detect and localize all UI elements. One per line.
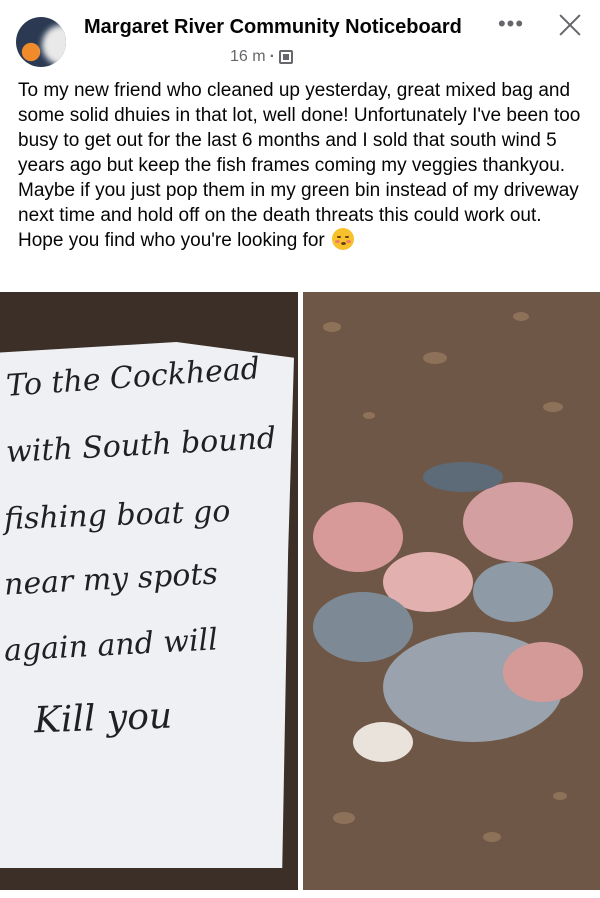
group-audience-icon bbox=[278, 50, 293, 64]
post-photos: To the Cockhead with South bound fishing… bbox=[0, 292, 600, 892]
post-body: To my new friend who cleaned up yesterda… bbox=[18, 78, 588, 253]
post-header: Margaret River Community Noticeboard 16 … bbox=[0, 0, 600, 72]
post-text: To my new friend who cleaned up yesterda… bbox=[18, 80, 581, 251]
fish-frames-pile bbox=[313, 462, 593, 782]
post-meta: 16 m · bbox=[230, 48, 293, 66]
note-line: Kill you bbox=[33, 695, 173, 742]
group-name[interactable]: Margaret River Community Noticeboard bbox=[84, 16, 462, 39]
photo-threat-note[interactable]: To the Cockhead with South bound fishing… bbox=[0, 292, 298, 890]
meta-separator: · bbox=[269, 48, 275, 65]
post-time[interactable]: 16 m bbox=[230, 48, 266, 66]
more-options-button[interactable]: ••• bbox=[494, 13, 528, 42]
photo-fish-frames[interactable] bbox=[303, 292, 600, 890]
close-icon[interactable] bbox=[553, 8, 587, 42]
group-avatar[interactable] bbox=[16, 17, 66, 67]
kissing-face-emoji-icon bbox=[332, 228, 355, 250]
handwritten-note bbox=[0, 342, 294, 868]
